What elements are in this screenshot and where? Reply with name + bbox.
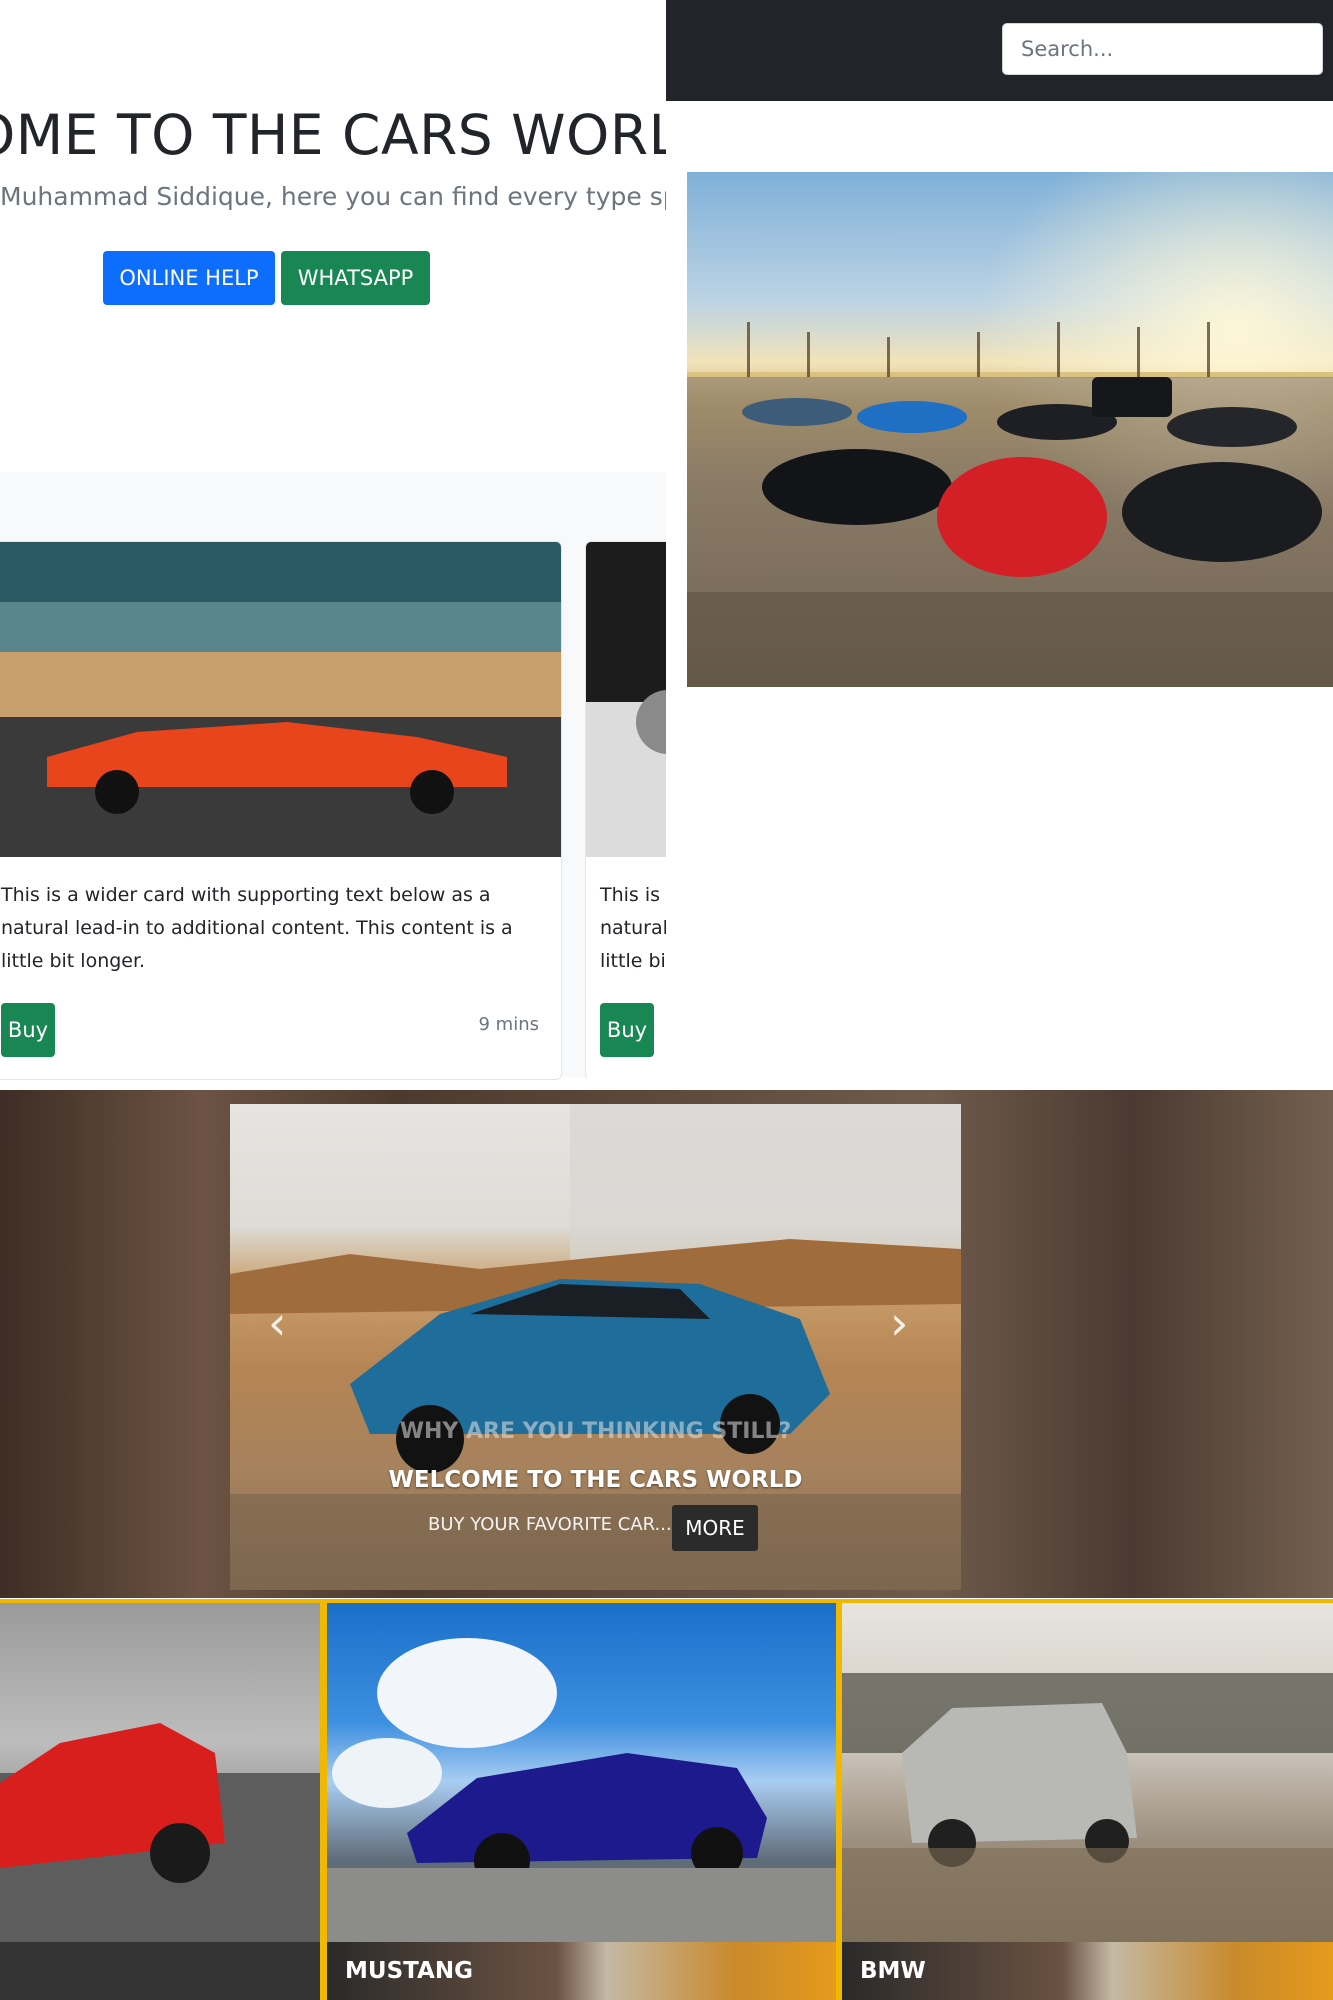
carousel-tagline: WHY ARE YOU THINKING STILL? [399,1419,792,1444]
card-time: 9 mins [478,1014,540,1035]
chevron-left-icon[interactable]: ‹ [268,1296,286,1350]
car-gallery: MUSTANG BMW [0,1599,1333,2000]
online-help-button[interactable]: ONLINE HELP [103,251,275,305]
card-text: This is a wider card with supporting tex… [600,884,666,972]
carousel-indicators[interactable] [232,1093,292,1108]
hero-title: OME TO THE CARS WORLD [0,103,666,167]
gallery-tile-label: MUSTANG [327,1942,836,2000]
search-input[interactable] [1002,23,1323,75]
hero-cars-image [687,172,1333,687]
gallery-tile-label [0,1942,320,2000]
car-detail-illustration [586,542,666,857]
card-image [0,542,561,857]
buy-button[interactable]: Buy [600,1003,654,1057]
carousel-title: WELCOME TO THE CARS WORLD [388,1467,803,1493]
more-button[interactable]: MORE [672,1505,758,1551]
orange-camaro-illustration [0,542,561,857]
cars-lineup-illustration [687,172,1333,687]
gallery-tile-label: BMW [842,1942,1333,2000]
card-clip: This is a wider card with supporting tex… [585,541,666,1078]
card: This is a wider card with supporting tex… [585,541,666,1078]
chevron-right-icon[interactable]: › [890,1296,908,1350]
gallery-tile[interactable]: BMW [842,1603,1333,2000]
hero-subtitle: Muhammad Siddique, here you can find eve… [0,182,666,211]
hero-section: OME TO THE CARS WORLD Muhammad Siddique,… [0,0,666,470]
gallery-tile[interactable] [0,1603,320,2000]
whatsapp-button[interactable]: WHATSAPP [281,251,430,305]
blue-mustang-illustration [327,1638,836,1942]
buy-button[interactable]: Buy [1,1003,55,1057]
card: This is a wider card with supporting tex… [0,541,562,1080]
gallery-tile[interactable]: MUSTANG [327,1603,836,2000]
card-image [586,542,666,857]
bmw-suv-illustration [842,1673,1333,1942]
card-text: This is a wider card with supporting tex… [1,884,513,972]
red-ferrari-illustration [0,1723,320,1942]
navbar [666,0,1333,101]
carousel-subtitle: BUY YOUR FAVORITE CAR..... [428,1514,684,1535]
